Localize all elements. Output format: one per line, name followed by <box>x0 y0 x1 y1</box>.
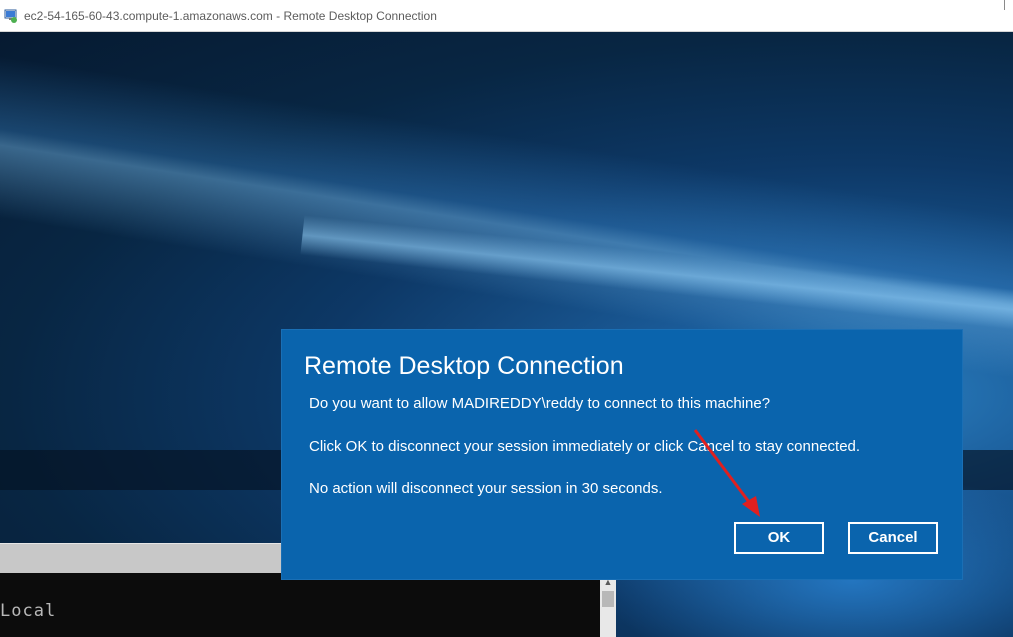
scrollbar-thumb[interactable] <box>602 591 614 607</box>
dialog-question: Do you want to allow MADIREDDY\reddy to … <box>309 395 771 412</box>
dialog-timeout-notice: No action will disconnect your session i… <box>309 480 663 497</box>
console-window <box>0 573 600 637</box>
console-text: Local <box>0 601 57 621</box>
remote-desktop-icon <box>4 9 17 23</box>
titlebar-edge <box>1004 0 1005 10</box>
console-scrollbar[interactable]: ▲ <box>600 573 616 637</box>
window-title: ec2-54-165-60-43.compute-1.amazonaws.com… <box>24 9 437 23</box>
remote-desktop-dialog: Remote Desktop Connection Do you want to… <box>282 330 962 579</box>
window-titlebar: ec2-54-165-60-43.compute-1.amazonaws.com… <box>0 0 1013 32</box>
dialog-instruction: Click OK to disconnect your session imme… <box>309 438 861 455</box>
background-window-titlebar <box>0 543 282 574</box>
cancel-button[interactable]: Cancel <box>848 522 938 554</box>
dialog-title: Remote Desktop Connection <box>304 352 624 380</box>
ok-button[interactable]: OK <box>734 522 824 554</box>
